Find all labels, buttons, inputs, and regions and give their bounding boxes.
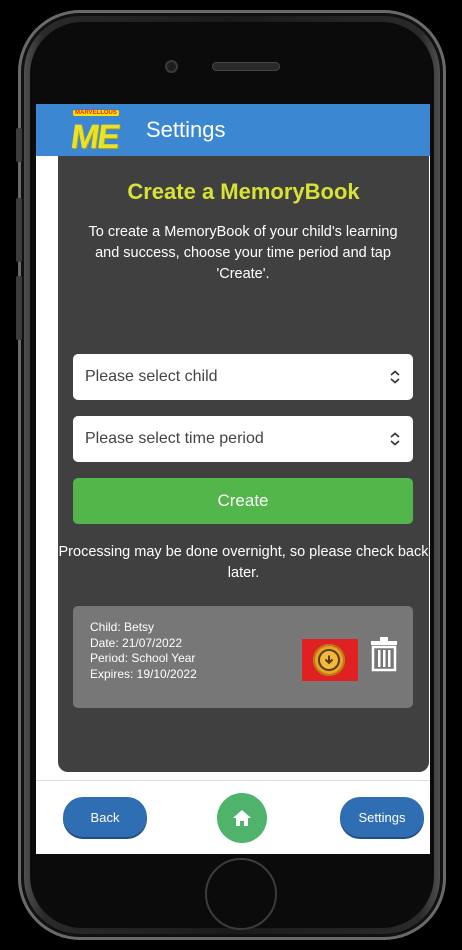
logo-small-text: MARVELLOUS xyxy=(73,110,119,116)
home-icon xyxy=(233,810,251,826)
marvellous-me-logo: ME MARVELLOUS xyxy=(68,110,129,156)
mute-switch xyxy=(16,128,22,162)
app-screen: ME MARVELLOUS Settings Create a MemoryBo… xyxy=(36,104,430,854)
child-select-placeholder: Please select child xyxy=(85,368,218,385)
expiry-date: Expires: 19/10/2022 xyxy=(90,666,197,681)
download-highlight xyxy=(302,639,358,681)
download-icon[interactable] xyxy=(313,644,345,676)
created-date: Date: 21/07/2022 xyxy=(90,635,183,650)
memorybook-details: Child: Betsy Date: 21/07/2022 Period: Sc… xyxy=(90,620,197,682)
updown-chevron-icon xyxy=(390,432,400,446)
earpiece-speaker xyxy=(212,62,280,71)
period-text: Period: School Year xyxy=(90,651,196,665)
home-button[interactable] xyxy=(217,793,267,843)
updown-chevron-icon xyxy=(390,370,400,384)
child-name: Child: Betsy xyxy=(90,620,155,634)
intro-text: To create a MemoryBook of your child's l… xyxy=(88,224,398,282)
processing-note: Processing may be done overnight, so ple… xyxy=(58,544,429,581)
time-period-select[interactable]: Please select time period xyxy=(73,416,413,462)
front-camera xyxy=(165,60,178,73)
back-button[interactable]: Back xyxy=(63,797,147,837)
page-title: Settings xyxy=(146,117,226,142)
volume-up-button xyxy=(16,198,22,262)
section-title: Create a MemoryBook xyxy=(127,179,360,204)
memorybook-panel: Create a MemoryBook To create a MemoryBo… xyxy=(58,156,429,772)
child-select[interactable]: Please select child xyxy=(73,354,413,400)
app-header: ME MARVELLOUS Settings xyxy=(36,104,430,156)
memorybook-card: Child: Betsy Date: 21/07/2022 Period: Sc… xyxy=(73,606,413,708)
trash-icon[interactable] xyxy=(369,636,399,672)
settings-button[interactable]: Settings xyxy=(340,797,424,837)
phone-home-button[interactable] xyxy=(205,858,277,930)
create-button[interactable]: Create xyxy=(73,478,413,524)
time-period-placeholder: Please select time period xyxy=(85,430,264,447)
volume-down-button xyxy=(16,276,22,340)
logo-text: ME xyxy=(68,118,121,156)
bottom-navigation: Back Settings xyxy=(36,780,430,854)
